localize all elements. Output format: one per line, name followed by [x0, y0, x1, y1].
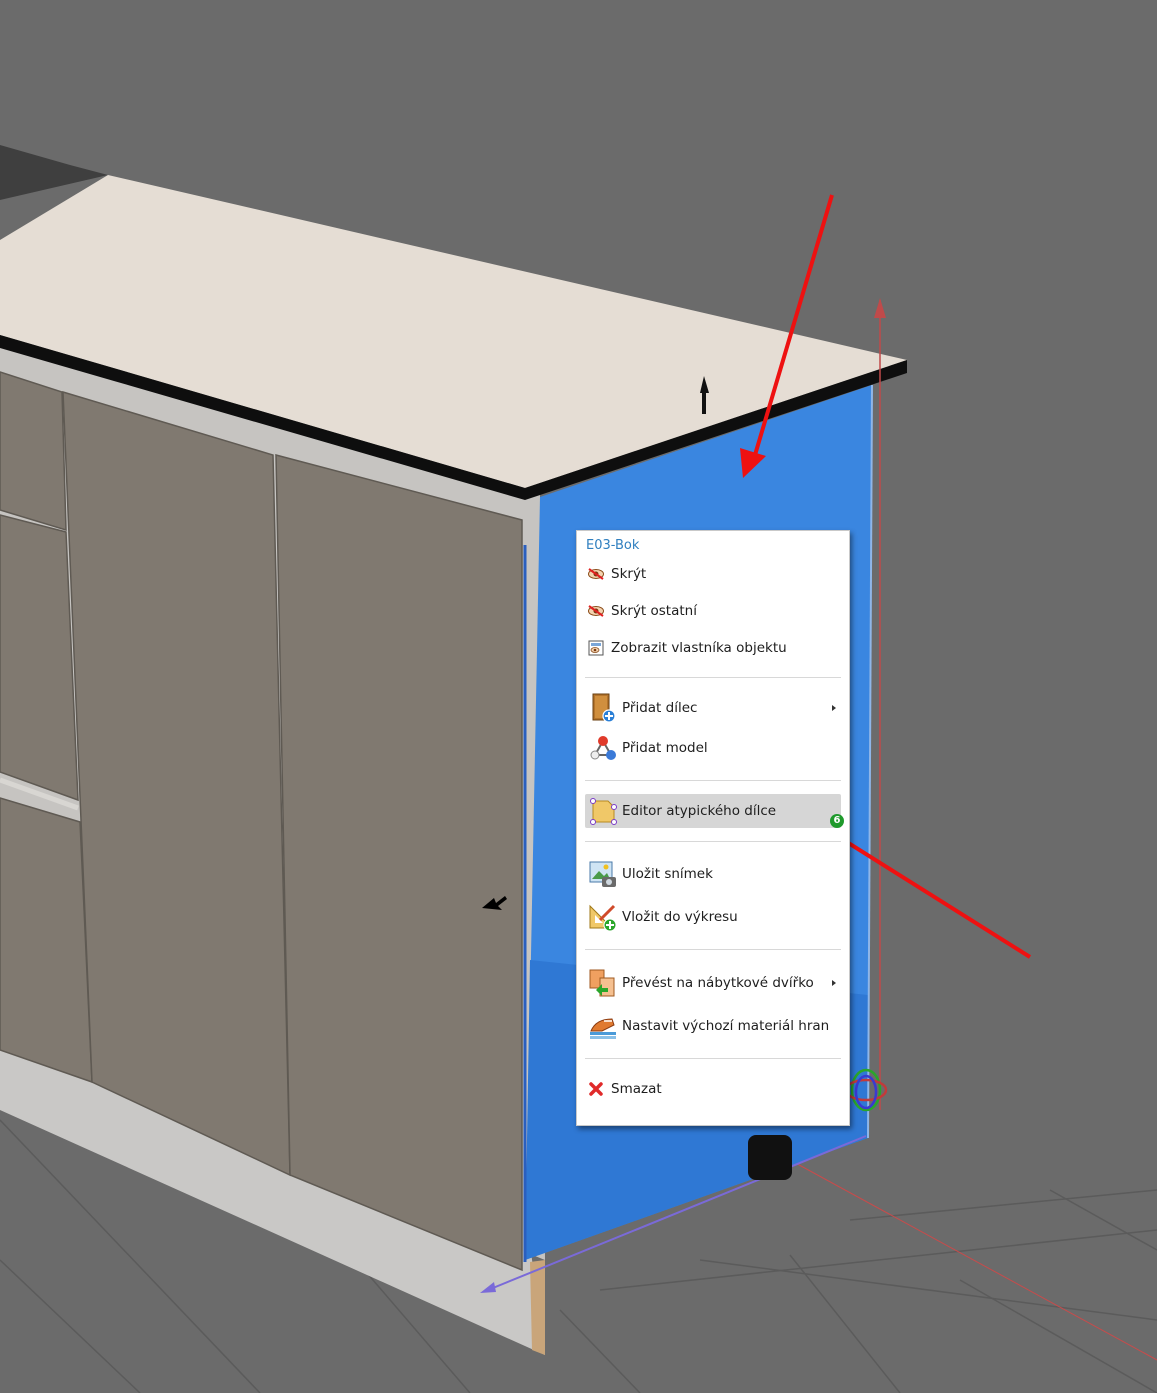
menu-item-convert-to-door[interactable]: Převést na nábytkové dvířko	[585, 966, 841, 1000]
atypical-part-editor-icon	[587, 795, 619, 827]
menu-item-show-owner[interactable]: Zobrazit vlastníka objektu	[585, 636, 841, 660]
delete-icon	[585, 1080, 606, 1098]
convert-to-door-icon	[587, 967, 619, 999]
menu-item-label: Uložit snímek	[622, 866, 713, 882]
menu-item-label: Přidat dílec	[622, 700, 698, 716]
step-badge: 6	[830, 814, 844, 828]
menu-item-label: Skrýt	[611, 566, 647, 582]
menu-separator	[585, 1058, 841, 1059]
edge-material-icon	[587, 1010, 619, 1042]
add-model-icon	[587, 732, 619, 764]
eye-hide-others-icon	[585, 602, 606, 620]
menu-item-label: Skrýt ostatní	[611, 603, 697, 619]
menu-item-delete[interactable]: Smazat	[585, 1077, 841, 1101]
menu-separator	[585, 677, 841, 678]
menu-separator	[585, 780, 841, 781]
menu-item-hide-others[interactable]: Skrýt ostatní	[585, 599, 841, 623]
menu-item-label: Smazat	[611, 1081, 662, 1097]
z-axis-arrow	[874, 298, 886, 318]
plinth-edge	[530, 1260, 545, 1355]
menu-item-label: Nastavit výchozí materiál hran	[622, 1018, 830, 1034]
context-menu: E03-Bok Skrýt Skrýt ostatní Zobrazit vla…	[576, 530, 850, 1126]
x-axis-line	[789, 1159, 1157, 1361]
menu-item-save-snapshot[interactable]: Uložit snímek	[585, 857, 841, 891]
submenu-arrow-icon	[832, 980, 836, 986]
menu-separator	[585, 949, 841, 950]
menu-item-label: Zobrazit vlastníka objektu	[611, 640, 787, 656]
eye-hide-icon	[585, 565, 606, 583]
add-panel-icon	[587, 692, 619, 724]
menu-separator	[585, 841, 841, 842]
menu-item-label: Editor atypického dílce	[622, 803, 777, 819]
menu-item-label: Přidat model	[622, 740, 708, 756]
leveling-foot	[748, 1135, 792, 1180]
menu-item-insert-to-drawing[interactable]: Vložit do výkresu	[585, 900, 841, 934]
menu-item-atypical-part-editor[interactable]: Editor atypického dílce	[585, 794, 841, 828]
menu-item-add-model[interactable]: Přidat model	[585, 731, 841, 765]
menu-item-edge-material[interactable]: Nastavit výchozí materiál hran	[585, 1009, 841, 1043]
insert-to-drawing-icon	[587, 901, 619, 933]
menu-item-label: Převést na nábytkové dvířko	[622, 975, 814, 991]
show-owner-icon	[585, 639, 606, 657]
menu-item-add-panel[interactable]: Přidat dílec	[585, 691, 841, 725]
menu-item-label: Vložit do výkresu	[622, 909, 738, 925]
menu-item-hide[interactable]: Skrýt	[585, 562, 841, 586]
context-menu-title: E03-Bok	[586, 538, 640, 553]
submenu-arrow-icon	[832, 705, 836, 711]
save-snapshot-icon	[587, 858, 619, 890]
